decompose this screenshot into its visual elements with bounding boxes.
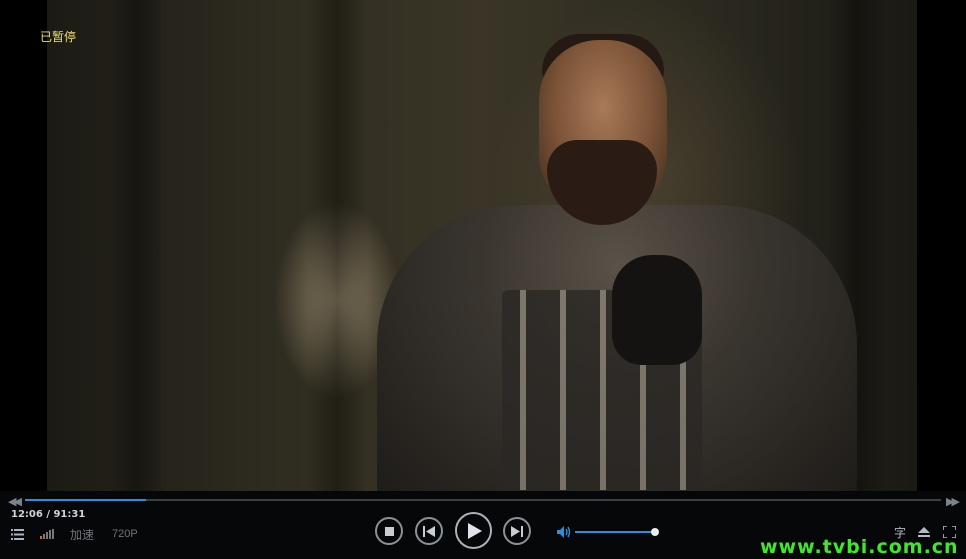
signal-icon	[40, 523, 54, 545]
seek-forward-icon[interactable]: ▶▶	[946, 495, 960, 508]
watermark-text: www.tvbi.com.cn	[760, 536, 959, 558]
volume-fill	[575, 531, 655, 533]
time-display: 12:06 / 91:31	[11, 509, 85, 520]
play-icon	[468, 522, 482, 539]
volume-knob[interactable]	[651, 528, 659, 536]
speed-button[interactable]: 加速	[70, 523, 94, 545]
stop-button[interactable]	[375, 517, 403, 545]
previous-icon	[423, 525, 435, 537]
time-current: 12:06	[11, 509, 43, 520]
progress-fill	[25, 499, 146, 501]
quality-button[interactable]: 720P	[112, 523, 138, 545]
volume-slider[interactable]	[575, 528, 659, 536]
play-button[interactable]	[455, 512, 492, 549]
volume-icon[interactable]	[557, 525, 571, 543]
playlist-icon[interactable]	[11, 523, 24, 545]
stop-icon	[384, 526, 394, 536]
seek-back-icon[interactable]: ◀◀	[8, 495, 22, 508]
pause-status-text: 已暂停	[40, 30, 77, 44]
time-total: / 91:31	[46, 509, 86, 520]
progress-track[interactable]	[25, 499, 941, 501]
previous-button[interactable]	[415, 517, 443, 545]
video-frame	[47, 0, 917, 491]
next-button[interactable]	[503, 517, 531, 545]
video-area[interactable]: 已暂停	[0, 0, 966, 491]
next-icon	[511, 525, 523, 537]
